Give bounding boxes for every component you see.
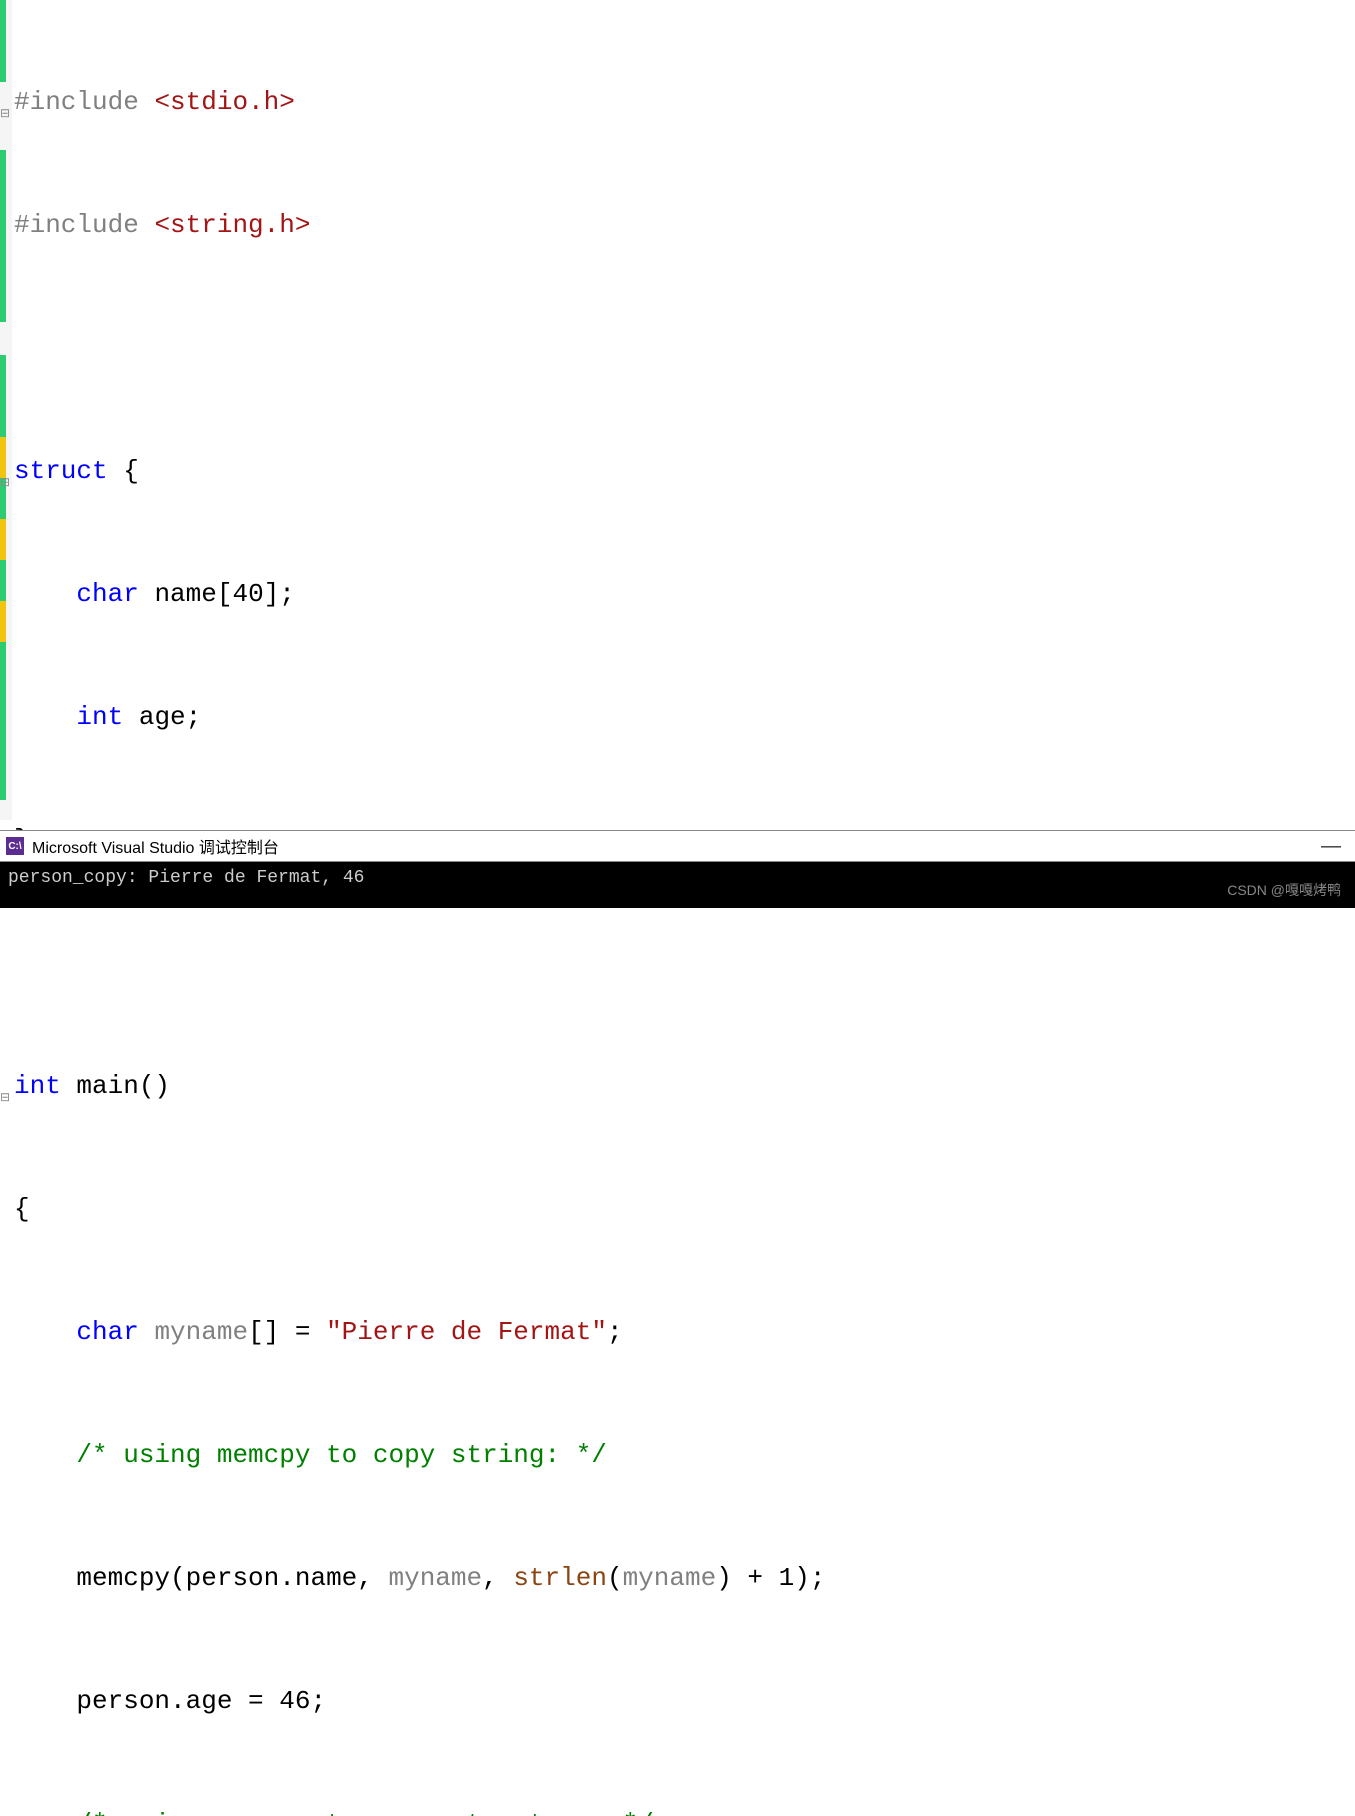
- watermark: CSDN @嘎嘎烤鸭: [1227, 880, 1341, 900]
- code-text: int: [14, 1071, 61, 1101]
- code-text: int: [76, 702, 123, 732]
- console-output[interactable]: person_copy: Pierre de Fermat, 46: [0, 862, 1355, 908]
- code-text: strlen: [513, 1563, 607, 1593]
- console-title-bar[interactable]: C:\ Microsoft Visual Studio 调试控制台 —: [0, 830, 1355, 862]
- code-area[interactable]: ⊟#include <stdio.h> #include <string.h> …: [14, 0, 1137, 1816]
- console-output-text: person_copy: Pierre de Fermat, 46: [8, 868, 364, 888]
- code-text: char: [76, 579, 138, 609]
- vs-icon: C:\: [6, 837, 24, 855]
- code-text: <string.h>: [154, 210, 310, 240]
- change-marker: [0, 355, 6, 800]
- code-text: ];: [264, 579, 295, 609]
- code-text: );: [794, 1563, 825, 1593]
- code-text: main: [61, 1071, 139, 1101]
- code-text: memcpy: [76, 1563, 170, 1593]
- code-text: char: [76, 1317, 138, 1347]
- code-text: ) +: [716, 1563, 778, 1593]
- code-text: (: [607, 1563, 623, 1593]
- code-text: ;: [310, 1686, 326, 1716]
- code-text: <stdio.h>: [154, 87, 294, 117]
- code-text: 1: [779, 1563, 795, 1593]
- code-text: myname: [139, 1317, 248, 1347]
- change-marker: [0, 150, 6, 322]
- change-marker: [0, 0, 6, 82]
- code-text: myname: [388, 1563, 482, 1593]
- code-text: myname: [623, 1563, 717, 1593]
- console-title-text: Microsoft Visual Studio 调试控制台: [32, 834, 279, 858]
- fold-icon[interactable]: ⊟: [0, 463, 10, 504]
- code-editor[interactable]: ⊟#include <stdio.h> #include <string.h> …: [0, 0, 1355, 820]
- code-text: {: [14, 1194, 30, 1224]
- fold-icon[interactable]: ⊟: [0, 1078, 10, 1119]
- change-marker-modified: [0, 519, 6, 560]
- code-text: ;: [607, 1317, 623, 1347]
- change-marker-modified: [0, 601, 6, 642]
- code-text: age;: [123, 702, 201, 732]
- minimize-button[interactable]: —: [1313, 835, 1349, 858]
- code-text: 40: [232, 579, 263, 609]
- code-text: (person.name,: [170, 1563, 388, 1593]
- code-text: person.age =: [76, 1686, 279, 1716]
- code-text: #include: [14, 87, 154, 117]
- code-text: "Pierre de Fermat": [326, 1317, 607, 1347]
- code-text: #include: [14, 210, 154, 240]
- code-comment: /* using memcpy to copy structure: */: [76, 1809, 653, 1816]
- fold-icon[interactable]: ⊟: [0, 94, 10, 135]
- code-text: ,: [482, 1563, 513, 1593]
- code-comment: /* using memcpy to copy string: */: [76, 1440, 607, 1470]
- code-text: {: [108, 456, 139, 486]
- code-text: (): [139, 1071, 170, 1101]
- code-text: name[: [139, 579, 233, 609]
- code-text: 46: [279, 1686, 310, 1716]
- code-text: struct: [14, 456, 108, 486]
- code-text: [] =: [248, 1317, 326, 1347]
